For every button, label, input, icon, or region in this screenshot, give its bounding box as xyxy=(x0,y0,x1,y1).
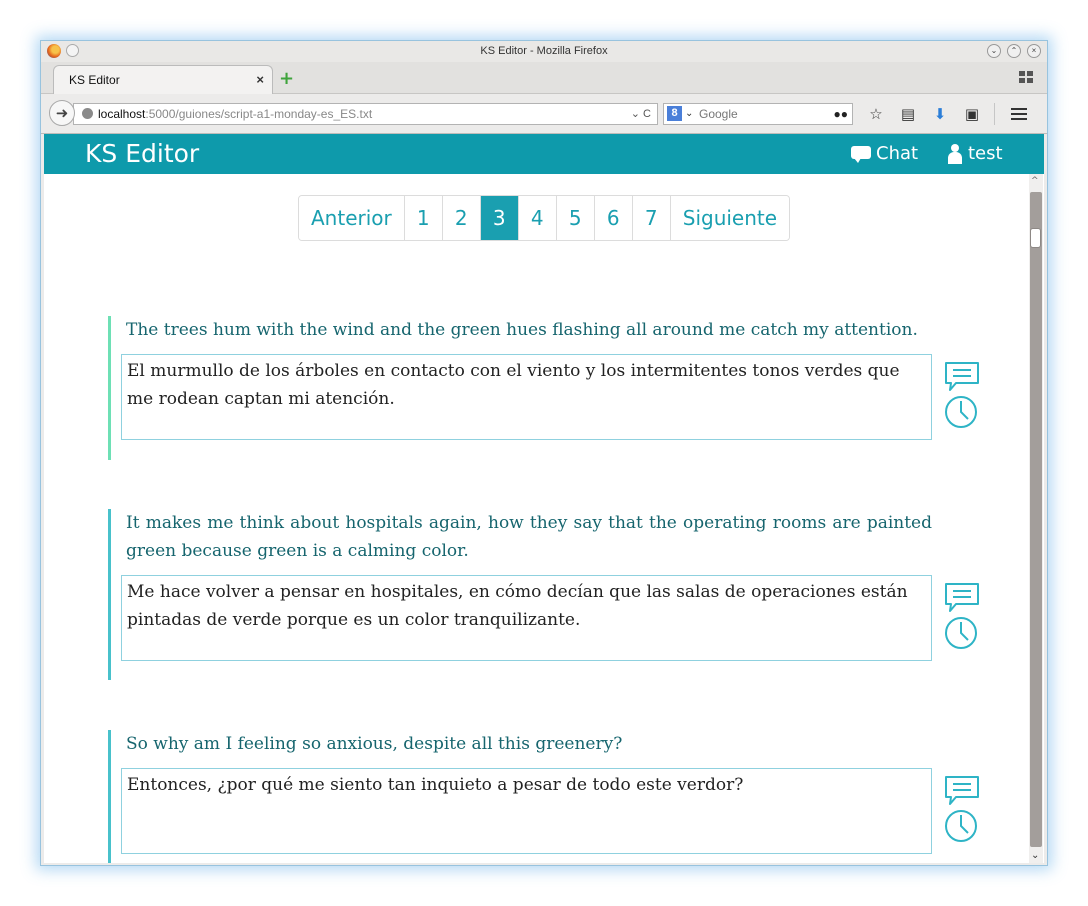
url-history-dropdown-icon[interactable]: ⌄ xyxy=(631,108,640,120)
page-7[interactable]: 7 xyxy=(631,196,670,240)
window-title: KS Editor - Mozilla Firefox xyxy=(480,45,608,57)
source-text: The trees hum with the wind and the gree… xyxy=(126,320,918,340)
user-label: test xyxy=(968,143,1003,164)
toolbar-separator xyxy=(994,103,995,125)
back-button[interactable]: ➜ xyxy=(49,100,75,126)
segment-status-bar xyxy=(108,730,111,863)
scrollbar-rail[interactable] xyxy=(1030,192,1042,847)
source-text: It makes me think about hospitals again,… xyxy=(126,513,932,561)
firefox-logo-icon xyxy=(47,44,61,58)
browser-window: KS Editor - Mozilla Firefox ⌄ ⌃ × KS Edi… xyxy=(40,40,1048,866)
history-clock-icon[interactable] xyxy=(943,615,981,651)
url-bar[interactable]: localhost:5000/guiones/script-a1-monday-… xyxy=(73,103,658,125)
search-placeholder: Google xyxy=(699,107,738,121)
window-menu-icon[interactable] xyxy=(66,44,79,57)
url-host: localhost xyxy=(98,107,146,121)
chat-link[interactable]: Chat xyxy=(851,143,918,164)
pagination-next[interactable]: Siguiente xyxy=(669,196,790,240)
app-brand[interactable]: KS Editor xyxy=(85,139,199,168)
search-bar[interactable]: 8 ⌄ Google ●● xyxy=(663,103,853,125)
tab-strip: KS Editor × + xyxy=(41,62,1047,94)
translation-field[interactable]: Me hace volver a pensar en hospitales, e… xyxy=(121,575,932,661)
search-engine-icon[interactable]: 8 xyxy=(667,106,682,121)
user-icon xyxy=(948,143,962,164)
segment-status-bar xyxy=(108,509,111,680)
segment-status-bar xyxy=(108,316,111,460)
user-menu[interactable]: test xyxy=(948,143,1003,164)
page-4[interactable]: 4 xyxy=(517,196,556,240)
scroll-down-icon[interactable]: ⌄ xyxy=(1031,850,1039,861)
segment-2: It makes me think about hospitals again,… xyxy=(108,509,988,680)
pagination-prev[interactable]: Anterior xyxy=(299,196,404,240)
navigation-bar: localhost:5000/guiones/script-a1-monday-… xyxy=(41,94,1047,134)
search-engine-dropdown-icon[interactable]: ⌄ xyxy=(685,104,693,124)
segment-3: So why am I feeling so anxious, despite … xyxy=(108,730,988,863)
scrollbar-thumb[interactable] xyxy=(1030,228,1041,248)
tab-close-icon[interactable]: × xyxy=(256,72,264,87)
page-5[interactable]: 5 xyxy=(555,196,594,240)
translation-field[interactable]: Entonces, ¿por qué me siento tan inquiet… xyxy=(121,768,932,854)
addon-icon[interactable]: ▣ xyxy=(962,104,982,124)
minimize-button[interactable]: ⌄ xyxy=(987,44,1001,58)
tab-groups-icon[interactable] xyxy=(1019,71,1033,83)
comment-icon[interactable] xyxy=(943,581,981,615)
bookmark-star-icon[interactable]: ☆ xyxy=(866,104,886,124)
maximize-button[interactable]: ⌃ xyxy=(1007,44,1021,58)
history-clock-icon[interactable] xyxy=(943,394,981,430)
new-tab-button[interactable]: + xyxy=(279,68,294,89)
bookmarks-menu-icon[interactable]: ▤ xyxy=(898,104,918,124)
page-viewport: KS Editor Chat test Anterior 1 2 3 4 5 6… xyxy=(44,134,1044,863)
translation-field[interactable]: El murmullo de los árboles en contacto c… xyxy=(121,354,932,440)
hamburger-menu-icon[interactable] xyxy=(1011,108,1027,120)
close-window-button[interactable]: × xyxy=(1027,44,1041,58)
app-header: KS Editor Chat test xyxy=(44,134,1044,174)
scroll-up-icon[interactable]: ^ xyxy=(1031,176,1039,186)
page-1[interactable]: 1 xyxy=(403,196,442,240)
back-arrow-icon: ➜ xyxy=(55,104,69,122)
tab-title: KS Editor xyxy=(69,73,120,87)
title-bar: KS Editor - Mozilla Firefox ⌄ ⌃ × xyxy=(41,41,1047,62)
comment-icon[interactable] xyxy=(943,360,981,394)
segment-1: The trees hum with the wind and the gree… xyxy=(108,316,988,460)
history-clock-icon[interactable] xyxy=(943,808,981,844)
comment-icon[interactable] xyxy=(943,774,981,808)
pagination: Anterior 1 2 3 4 5 6 7 Siguiente xyxy=(298,195,791,241)
page-2[interactable]: 2 xyxy=(441,196,480,240)
search-go-icon[interactable]: ●● xyxy=(834,104,849,124)
chat-label: Chat xyxy=(876,143,919,164)
source-text: So why am I feeling so anxious, despite … xyxy=(126,734,623,754)
tab-ks-editor[interactable]: KS Editor × xyxy=(53,65,273,94)
downloads-icon[interactable]: ⬇ xyxy=(930,104,950,124)
url-path: :5000/guiones/script-a1-monday-es_ES.txt xyxy=(145,107,373,121)
chat-bubble-icon xyxy=(851,145,871,163)
reload-icon[interactable]: C xyxy=(643,108,651,120)
page-3-active[interactable]: 3 xyxy=(479,196,518,240)
page-6[interactable]: 6 xyxy=(593,196,632,240)
site-identity-icon[interactable] xyxy=(82,108,93,119)
